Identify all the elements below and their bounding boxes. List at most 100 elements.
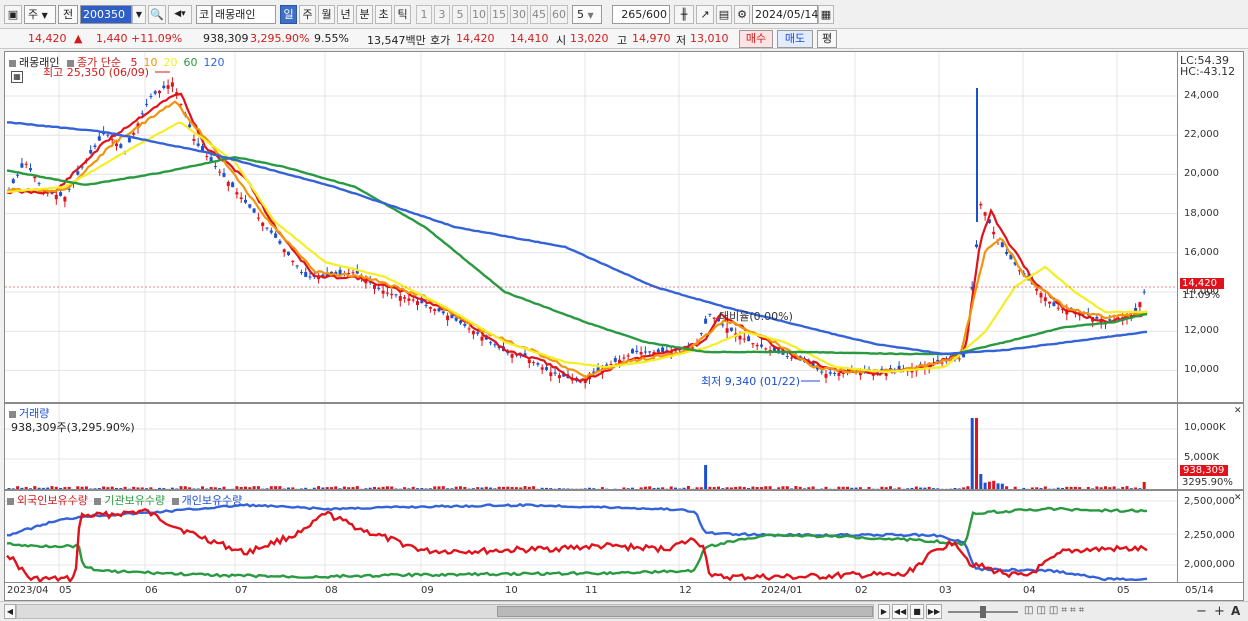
candle-body xyxy=(975,244,978,247)
zoom-tools-icon[interactable]: ◫◫◫⌗⌗⌗ xyxy=(1024,605,1087,616)
period-tab[interactable]: 월 xyxy=(318,5,335,24)
period-tab[interactable]: 틱 xyxy=(394,5,411,24)
period-type-dropdown[interactable]: 주 ▼ xyxy=(24,5,56,24)
candle-body xyxy=(145,103,149,105)
ask-price: 14,420 xyxy=(456,32,495,45)
interval-dropdown[interactable]: 5 ▼ xyxy=(572,5,602,24)
ma-legend-item: 120 xyxy=(203,56,225,69)
candle-body xyxy=(459,320,462,324)
sell-button[interactable]: 매도 xyxy=(777,30,813,48)
change-percent: +11.09% xyxy=(131,32,183,45)
stock-name-field[interactable]: 래몽래인 xyxy=(212,5,276,24)
gear-icon[interactable]: ⚙ xyxy=(734,5,750,24)
period-tab[interactable]: 초 xyxy=(375,5,392,24)
interval-tab[interactable]: 5 xyxy=(452,5,468,24)
period-tab[interactable]: 분 xyxy=(356,5,373,24)
scroll-track[interactable] xyxy=(16,604,874,619)
interval-tab[interactable]: 30 xyxy=(510,5,528,24)
candle-body xyxy=(467,328,471,330)
x-axis-label: 05 xyxy=(1117,585,1130,596)
holdings-tick-2250000: 2,250,000 xyxy=(1184,530,1235,541)
x-axis-label: 12 xyxy=(679,585,692,596)
candle-body xyxy=(89,149,93,154)
average-button[interactable]: 평 xyxy=(817,30,837,48)
individual-holdings-line xyxy=(6,502,1148,582)
volume-chart[interactable] xyxy=(5,404,1178,490)
candle-body xyxy=(532,362,536,364)
foreign-holdings-line xyxy=(6,507,1148,582)
volume-tick-10000k: 10,000K xyxy=(1184,422,1226,433)
zoom-in-icon[interactable]: + xyxy=(1214,604,1225,619)
volume-value: 938,309 xyxy=(203,32,249,45)
candle-body xyxy=(747,336,751,342)
candle-body xyxy=(755,344,759,347)
count-field[interactable]: 265/600 xyxy=(612,5,670,24)
calendar-icon[interactable]: ▦ xyxy=(818,5,834,24)
candle-body xyxy=(390,293,394,296)
period-range-dropdown[interactable]: 전 xyxy=(58,5,78,24)
x-axis-label: 06 xyxy=(145,585,158,596)
candle-body xyxy=(833,373,837,375)
candle-body xyxy=(1005,251,1009,254)
stop-icon[interactable]: ■ xyxy=(910,604,924,619)
candle-type-icon[interactable]: ╫ xyxy=(674,5,694,24)
candle-body xyxy=(24,163,28,165)
volume-percent-tag: 3295.90% xyxy=(1182,477,1233,488)
candle-body xyxy=(299,271,303,273)
close-panel-icon[interactable]: ✕ xyxy=(1234,406,1242,416)
candle-body xyxy=(179,103,183,105)
scroll-thumb[interactable] xyxy=(497,606,873,617)
period-tab[interactable]: 주 xyxy=(299,5,316,24)
x-axis-label: 04 xyxy=(1023,585,1036,596)
speed-slider-handle[interactable] xyxy=(980,606,986,618)
candle-body xyxy=(158,90,161,94)
rewind-icon[interactable]: ◀◀ xyxy=(892,604,908,619)
interval-tab[interactable]: 1 xyxy=(416,5,432,24)
volume-percent: 3,295.90% xyxy=(250,32,310,45)
stock-code-dropdown-icon[interactable]: ▼ xyxy=(132,5,146,24)
price-y-tick: 18,000 xyxy=(1184,207,1219,219)
candle-body xyxy=(256,217,260,219)
candle-body xyxy=(16,174,20,176)
interval-tab[interactable]: 10 xyxy=(470,5,488,24)
buy-button[interactable]: 매수 xyxy=(739,30,773,48)
candle-body xyxy=(93,145,97,147)
period-tab[interactable]: 일 xyxy=(280,5,297,24)
candle-body xyxy=(140,113,144,115)
ma-legend-item: 10 xyxy=(143,56,158,69)
date-field[interactable]: 2024/05/14 xyxy=(752,5,818,24)
quote-bar: 14,420 ▲ 1,440 +11.09% 938,309 3,295.90%… xyxy=(0,29,1248,49)
price-chart[interactable]: 최고 25,350 (06/09)최저 9,340 (01/22)대비율(0.0… xyxy=(5,52,1178,403)
candle-body xyxy=(992,231,996,235)
high-price: 14,970 xyxy=(632,32,671,45)
candle-body xyxy=(1035,288,1039,291)
interval-tab[interactable]: 3 xyxy=(434,5,450,24)
holdings-tick-2000000: 2,000,000 xyxy=(1184,559,1235,570)
interval-tab[interactable]: 15 xyxy=(490,5,508,24)
interval-tab[interactable]: 45 xyxy=(530,5,548,24)
period-tab[interactable]: 년 xyxy=(337,5,354,24)
candle-body xyxy=(738,336,742,340)
scroll-left-icon[interactable]: ◀ xyxy=(4,604,16,619)
save-icon[interactable]: ▤ xyxy=(716,5,732,24)
auto-scale-icon[interactable]: A xyxy=(1231,604,1240,618)
stock-code-input[interactable]: 200350 xyxy=(80,5,132,24)
grid-toggle-icon[interactable]: ▦ xyxy=(11,71,23,83)
candle-body xyxy=(648,351,652,353)
volume-bar xyxy=(979,474,983,489)
candle-body xyxy=(37,183,41,185)
zoom-out-icon[interactable]: − xyxy=(1196,604,1207,619)
search-icon[interactable]: 🔍 xyxy=(148,5,166,24)
toolbar: ▣ 주 ▼ 전 200350 ▼ 🔍 ◀▾ 코 래몽래인 일주월년분초틱 135… xyxy=(0,0,1248,29)
close-panel-icon[interactable]: ✕ xyxy=(1234,493,1242,503)
chart-settings-icon[interactable]: ▣ xyxy=(4,5,22,24)
play-icon[interactable]: ▶ xyxy=(878,604,890,619)
sound-icon[interactable]: ◀▾ xyxy=(168,5,192,24)
interval-tab[interactable]: 60 xyxy=(550,5,568,24)
turnover-rate: 9.55% xyxy=(314,32,349,45)
draw-tool-icon[interactable]: ↗ xyxy=(696,5,714,24)
candle-body xyxy=(824,373,828,378)
candle-body xyxy=(407,298,411,301)
ma-legend-item: 5 xyxy=(130,56,138,69)
fast-forward-icon[interactable]: ▶▶ xyxy=(926,604,942,619)
